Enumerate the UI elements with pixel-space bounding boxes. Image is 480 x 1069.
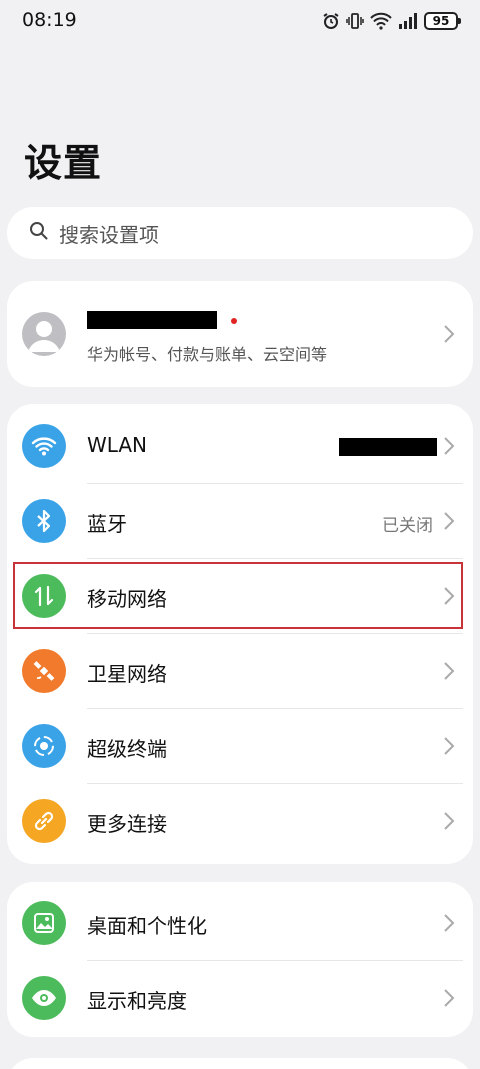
chevron-right-icon [444, 812, 455, 830]
account-card[interactable]: 华为帐号、付款与账单、云空间等 [7, 281, 473, 387]
chevron-right-icon [444, 325, 455, 343]
chevron-right-icon [444, 512, 455, 530]
settings-item-bluetooth[interactable]: 蓝牙 已关闭 [7, 484, 473, 559]
account-name-redacted [87, 311, 217, 329]
status-icons: 95 [322, 10, 461, 32]
settings-item-label: 桌面和个性化 [87, 914, 207, 938]
avatar [22, 312, 66, 356]
status-bar: 08:19 95 [0, 0, 480, 40]
bluetooth-icon [22, 499, 66, 543]
vibrate-icon [346, 12, 364, 30]
notification-dot [231, 318, 237, 324]
settings-item-value: 已关闭 [382, 516, 433, 536]
page-title: 设置 [24, 141, 103, 185]
search-input[interactable]: 搜索设置项 [7, 207, 473, 259]
link-icon [22, 799, 66, 843]
chevron-right-icon [444, 914, 455, 932]
wifi-status-icon [370, 12, 392, 30]
wallpaper-icon [22, 901, 66, 945]
wlan-network-redacted [339, 438, 437, 456]
connectivity-card: WLAN 蓝牙 已关闭 移动网络 卫星网络 超级终端 更多连接 [7, 404, 473, 864]
settings-item-label: 更多连接 [87, 812, 167, 836]
wifi-icon [22, 424, 66, 468]
settings-item-satellite[interactable]: 卫星网络 [7, 634, 473, 709]
settings-item-more-connections[interactable]: 更多连接 [7, 784, 473, 859]
settings-item-super-device[interactable]: 超级终端 [7, 709, 473, 784]
search-placeholder: 搜索设置项 [59, 222, 159, 247]
settings-item-label: 超级终端 [87, 737, 167, 761]
mobile-data-icon [22, 574, 66, 618]
alarm-icon [322, 12, 340, 30]
settings-item-display-brightness[interactable]: 显示和亮度 [7, 961, 473, 1036]
chevron-right-icon [444, 587, 455, 605]
chevron-right-icon [444, 737, 455, 755]
settings-item-label: 蓝牙 [87, 512, 127, 536]
chevron-right-icon [444, 662, 455, 680]
account-subtitle: 华为帐号、付款与账单、云空间等 [87, 345, 328, 364]
settings-item-label: 卫星网络 [87, 662, 167, 686]
settings-item-home-screen[interactable]: 桌面和个性化 [7, 886, 473, 961]
settings-item-label: 显示和亮度 [87, 989, 187, 1013]
status-time: 08:19 [22, 9, 77, 31]
signal-icon [398, 13, 418, 29]
satellite-icon [22, 649, 66, 693]
next-card [7, 1058, 473, 1069]
eye-icon [22, 976, 66, 1020]
chevron-right-icon [444, 989, 455, 1007]
search-icon [29, 221, 59, 245]
settings-item-label: WLAN [87, 433, 148, 457]
chevron-right-icon [444, 437, 455, 455]
settings-item-wlan[interactable]: WLAN [7, 409, 473, 484]
settings-item-label: 移动网络 [87, 587, 167, 611]
display-card: 桌面和个性化 显示和亮度 [7, 882, 473, 1037]
super-device-icon [22, 724, 66, 768]
battery-icon: 95 [424, 12, 461, 30]
settings-item-mobile-network[interactable]: 移动网络 [7, 559, 473, 634]
